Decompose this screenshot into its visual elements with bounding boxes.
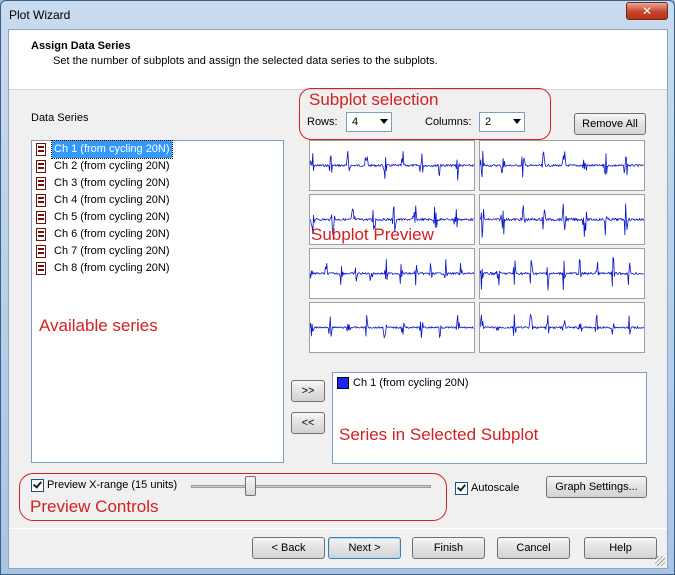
wizard-client-area: Assign Data Series Set the number of sub… [8, 29, 668, 569]
list-item-label: Ch 2 (from cycling 20N) [54, 160, 170, 172]
remove-series-button[interactable]: << [291, 412, 325, 434]
plot-wizard-window: Plot Wizard ✕ Assign Data Series Set the… [0, 0, 675, 575]
chevron-down-icon [380, 119, 388, 124]
list-item-label: Ch 5 (from cycling 20N) [54, 211, 170, 223]
preview-xrange-slider-track[interactable] [191, 485, 431, 488]
available-series-annotation: Available series [39, 316, 158, 335]
data-series-icon [36, 245, 46, 258]
waveform-plot [310, 314, 474, 340]
subplot-preview-grid [309, 140, 645, 356]
add-series-button[interactable]: >> [291, 380, 325, 402]
waveform-plot [480, 314, 644, 336]
next-button[interactable]: Next > [328, 537, 401, 559]
window-title: Plot Wizard [9, 8, 71, 22]
help-button[interactable]: Help [584, 537, 657, 559]
list-item[interactable]: Ch 2 (from cycling 20N) [32, 158, 283, 175]
data-series-icon [36, 143, 46, 156]
series-color-swatch [337, 377, 349, 389]
close-button[interactable]: ✕ [626, 2, 668, 20]
list-item-label: Ch 1 (from cycling 20N) [353, 377, 469, 389]
subplot-thumbnail[interactable] [479, 194, 645, 245]
data-series-icon [36, 228, 46, 241]
preview-xrange-checkbox[interactable] [31, 479, 44, 492]
list-item[interactable]: Ch 3 (from cycling 20N) [32, 175, 283, 192]
waveform-plot [480, 150, 644, 178]
footer-separator [9, 528, 667, 529]
finish-button[interactable]: Finish [412, 537, 485, 559]
data-series-icon [36, 194, 46, 207]
waveform-plot [310, 151, 474, 181]
resize-grip-icon[interactable] [655, 556, 665, 566]
subplot-thumbnail[interactable] [309, 140, 475, 191]
data-series-icon [36, 211, 46, 224]
autoscale-checkbox[interactable] [455, 482, 468, 495]
rows-select[interactable]: 4 [346, 112, 392, 132]
preview-xrange-slider-handle[interactable] [245, 476, 256, 496]
list-item[interactable]: Ch 7 (from cycling 20N) [32, 243, 283, 260]
preview-controls-annotation: Preview Controls [30, 497, 159, 516]
chevron-down-icon [513, 119, 521, 124]
title-bar: Plot Wizard ✕ [1, 1, 674, 29]
subplot-thumbnail[interactable] [479, 248, 645, 299]
columns-select[interactable]: 2 [479, 112, 525, 132]
series-in-selected-subplot-annotation: Series in Selected Subplot [339, 425, 539, 444]
list-item-label: Ch 4 (from cycling 20N) [54, 194, 170, 206]
list-item[interactable]: Ch 4 (from cycling 20N) [32, 192, 283, 209]
page-title: Assign Data Series [31, 40, 131, 52]
list-item-label: Ch 8 (from cycling 20N) [54, 262, 170, 274]
list-item-label: Ch 6 (from cycling 20N) [54, 228, 170, 240]
back-button[interactable]: < Back [252, 537, 325, 559]
data-series-icon [36, 160, 46, 173]
data-series-listbox[interactable]: Ch 1 (from cycling 20N) Ch 2 (from cyclin… [31, 140, 284, 463]
list-item[interactable]: Ch 5 (from cycling 20N) [32, 209, 283, 226]
waveform-plot [480, 203, 644, 238]
checkmark-icon [33, 479, 42, 489]
list-item[interactable]: Ch 8 (from cycling 20N) [32, 260, 283, 277]
list-item[interactable]: Ch 6 (from cycling 20N) [32, 226, 283, 243]
data-series-icon [36, 177, 46, 190]
rows-select-value: 4 [352, 116, 359, 128]
checkmark-icon [457, 482, 466, 492]
graph-settings-button[interactable]: Graph Settings... [546, 476, 647, 498]
wizard-header: Assign Data Series Set the number of sub… [9, 30, 667, 90]
cancel-button[interactable]: Cancel [497, 537, 570, 559]
columns-select-value: 2 [485, 116, 492, 128]
data-series-icon [36, 262, 46, 275]
rows-label: Rows: [307, 116, 338, 128]
close-icon: ✕ [641, 4, 653, 18]
columns-label: Columns: [425, 116, 472, 128]
selected-subplot-series-listbox[interactable]: Ch 1 (from cycling 20N) [332, 372, 647, 464]
subplot-thumbnail[interactable] [309, 248, 475, 299]
list-item-label: Ch 3 (from cycling 20N) [54, 177, 170, 189]
data-series-label: Data Series [31, 112, 89, 124]
list-item[interactable]: Ch 1 (from cycling 20N) [333, 373, 533, 393]
list-item-label: Ch 7 (from cycling 20N) [54, 245, 170, 257]
subplot-thumbnail[interactable] [479, 140, 645, 191]
subplot-thumbnail[interactable] [309, 302, 475, 353]
subplot-selection-annotation: Subplot selection [309, 90, 439, 109]
preview-xrange-label: Preview X-range (15 units) [47, 479, 178, 491]
autoscale-label: Autoscale [471, 482, 520, 494]
list-item-label: Ch 1 (from cycling 20N) [51, 140, 173, 159]
subplot-thumbnail[interactable] [479, 302, 645, 353]
waveform-plot [310, 259, 474, 286]
waveform-plot [480, 256, 644, 291]
subplot-preview-annotation: Subplot Preview [311, 225, 434, 244]
page-description: Set the number of subplots and assign th… [53, 55, 438, 67]
list-item[interactable]: Ch 1 (from cycling 20N) [32, 140, 283, 159]
remove-all-button[interactable]: Remove All [574, 113, 646, 135]
